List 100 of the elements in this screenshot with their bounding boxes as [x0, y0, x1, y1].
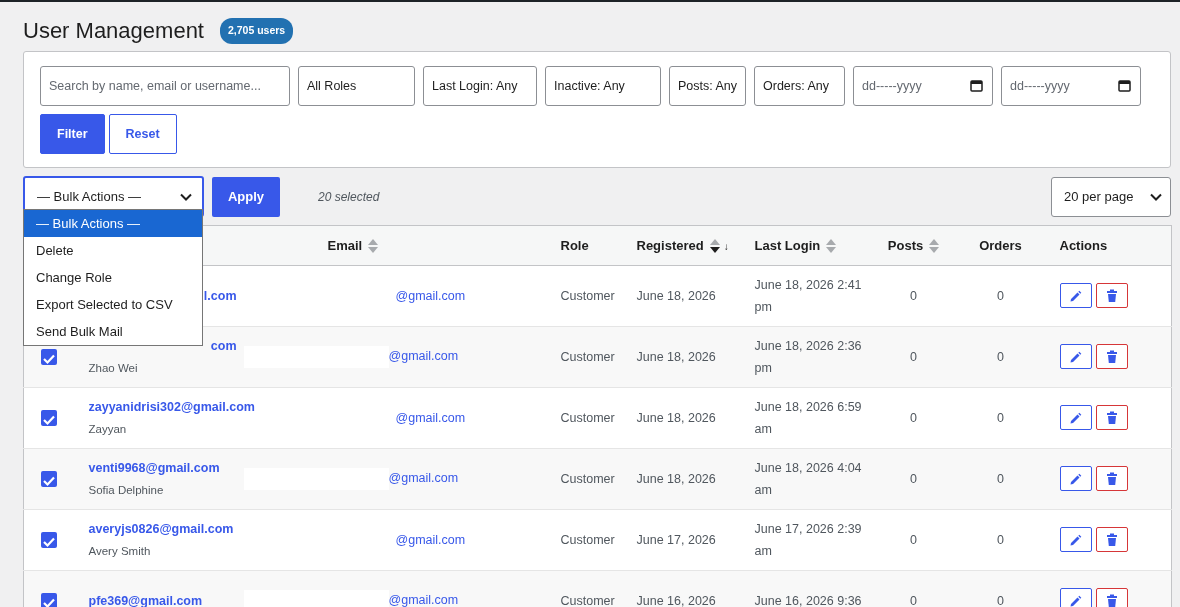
- filter-select[interactable]: Posts: Any: [669, 66, 746, 106]
- delete-button[interactable]: [1095, 466, 1128, 492]
- email-link[interactable]: @gmail.com: [388, 349, 459, 364]
- filter-button[interactable]: Filter: [40, 114, 105, 154]
- date-field[interactable]: dd-----yyyy: [1001, 66, 1141, 106]
- table-cell: 0: [910, 532, 917, 547]
- trash-icon: [1105, 471, 1118, 486]
- calendar-icon: [970, 79, 983, 92]
- apply-button[interactable]: Apply: [212, 176, 280, 217]
- dropdown-option[interactable]: Change Role: [24, 264, 202, 291]
- edit-button[interactable]: [1059, 588, 1092, 607]
- table-cell: 0: [997, 288, 1004, 303]
- edit-button[interactable]: [1059, 405, 1092, 431]
- edit-button[interactable]: [1059, 344, 1092, 370]
- selection-count: 20 selected: [318, 188, 380, 206]
- table-cell: June 18, 2026 4:04 am: [754, 461, 862, 497]
- email-link[interactable]: @gmail.com: [395, 410, 466, 425]
- user-email-link[interactable]: zayyanidrisi302@gmail.com: [88, 397, 255, 417]
- table-cell: 0: [997, 349, 1004, 364]
- trash-icon: [1105, 288, 1118, 303]
- select-value: 20 per page: [1064, 187, 1134, 206]
- trash-icon: [1105, 532, 1118, 547]
- email-link[interactable]: @gmail.com: [388, 471, 459, 486]
- table-cell: June 16, 2026: [636, 593, 716, 607]
- email-link[interactable]: @gmail.com: [395, 288, 466, 303]
- filter-select[interactable]: Orders: Any: [754, 66, 845, 106]
- table-cell: Customer: [560, 593, 615, 607]
- delete-button[interactable]: [1095, 527, 1128, 553]
- table-cell: June 18, 2026: [636, 349, 716, 364]
- column-header[interactable]: Registered: [636, 237, 704, 253]
- table-cell: 0: [997, 532, 1004, 547]
- checkbox[interactable]: [41, 593, 57, 607]
- search-field[interactable]: Search by name, email or username...: [40, 66, 290, 106]
- pencil-icon: [1068, 410, 1083, 425]
- table-cell: June 17, 2026 2:39 am: [754, 522, 862, 558]
- table-cell: Customer: [560, 471, 615, 486]
- table-cell: Customer: [560, 532, 615, 547]
- column-header[interactable]: Last Login: [754, 237, 821, 253]
- user-email-link[interactable]: com: [210, 336, 237, 356]
- checkbox[interactable]: [41, 349, 57, 366]
- select-value: — Bulk Actions —: [37, 187, 142, 206]
- reset-button[interactable]: Reset: [108, 114, 177, 154]
- edit-button[interactable]: [1059, 283, 1092, 309]
- filter-select[interactable]: Last Login: Any: [423, 66, 537, 106]
- checkbox[interactable]: [41, 410, 57, 427]
- filter-select[interactable]: All Roles: [298, 66, 415, 106]
- column-header: Orders: [979, 237, 1022, 253]
- dropdown-option[interactable]: Send Bulk Mail: [24, 318, 202, 345]
- table-cell: June 18, 2026: [636, 288, 716, 303]
- user-email-link[interactable]: l.com: [203, 286, 237, 306]
- dropdown-option[interactable]: — Bulk Actions —: [24, 210, 202, 237]
- table-cell: June 17, 2026: [636, 532, 716, 547]
- column-header: Role: [560, 237, 589, 253]
- per-page-select[interactable]: 20 per page: [1051, 176, 1171, 217]
- pencil-icon: [1068, 471, 1083, 486]
- column-header[interactable]: Email: [327, 237, 363, 253]
- delete-button[interactable]: [1095, 344, 1128, 370]
- date-field[interactable]: dd-----yyyy: [853, 66, 993, 106]
- table-cell: 0: [997, 410, 1004, 425]
- column-header: Actions: [1059, 237, 1108, 253]
- table-cell: 0: [997, 471, 1004, 486]
- user-name: Avery Smith: [88, 543, 151, 559]
- dropdown-option[interactable]: Delete: [24, 237, 202, 264]
- edit-button[interactable]: [1059, 527, 1092, 553]
- dropdown-option[interactable]: Export Selected to CSV: [24, 291, 202, 318]
- table-cell: 0: [910, 288, 917, 303]
- sort-direction-arrow: ↓: [723, 240, 729, 252]
- email-link[interactable]: @gmail.com: [388, 593, 459, 607]
- delete-button[interactable]: [1095, 283, 1128, 309]
- table-cell: 0: [997, 593, 1004, 607]
- checkbox[interactable]: [41, 471, 57, 488]
- filter-select[interactable]: Inactive: Any: [545, 66, 661, 106]
- user-count-badge: 2,705 users: [220, 18, 294, 44]
- table-cell: June 18, 2026: [636, 410, 716, 425]
- pencil-icon: [1068, 349, 1083, 364]
- trash-icon: [1105, 410, 1118, 425]
- chevron-down-icon: [1150, 192, 1162, 201]
- checkbox[interactable]: [41, 532, 57, 549]
- page-title: User Management: [23, 17, 204, 45]
- delete-button[interactable]: [1095, 588, 1128, 607]
- table-cell: June 16, 2026 9:36: [754, 594, 862, 607]
- pencil-icon: [1068, 288, 1083, 303]
- table-cell: Customer: [560, 349, 615, 364]
- table-cell: 0: [910, 593, 917, 607]
- table-cell: Customer: [560, 410, 615, 425]
- trash-icon: [1105, 593, 1118, 607]
- table-cell: Customer: [560, 288, 615, 303]
- edit-button[interactable]: [1059, 466, 1092, 492]
- table-cell: 0: [910, 410, 917, 425]
- chevron-down-icon: [180, 192, 192, 201]
- user-email-link[interactable]: averyjs0826@gmail.com: [88, 519, 234, 539]
- column-header[interactable]: Posts: [887, 237, 924, 253]
- table-cell: 0: [910, 349, 917, 364]
- user-email-link[interactable]: venti9968@gmail.com: [88, 458, 220, 478]
- pencil-icon: [1068, 532, 1083, 547]
- delete-button[interactable]: [1095, 405, 1128, 431]
- trash-icon: [1105, 349, 1118, 364]
- email-link[interactable]: @gmail.com: [395, 532, 466, 547]
- table-cell: June 18, 2026 2:36 pm: [754, 339, 862, 375]
- table-cell: June 18, 2026 6:59 am: [754, 400, 862, 436]
